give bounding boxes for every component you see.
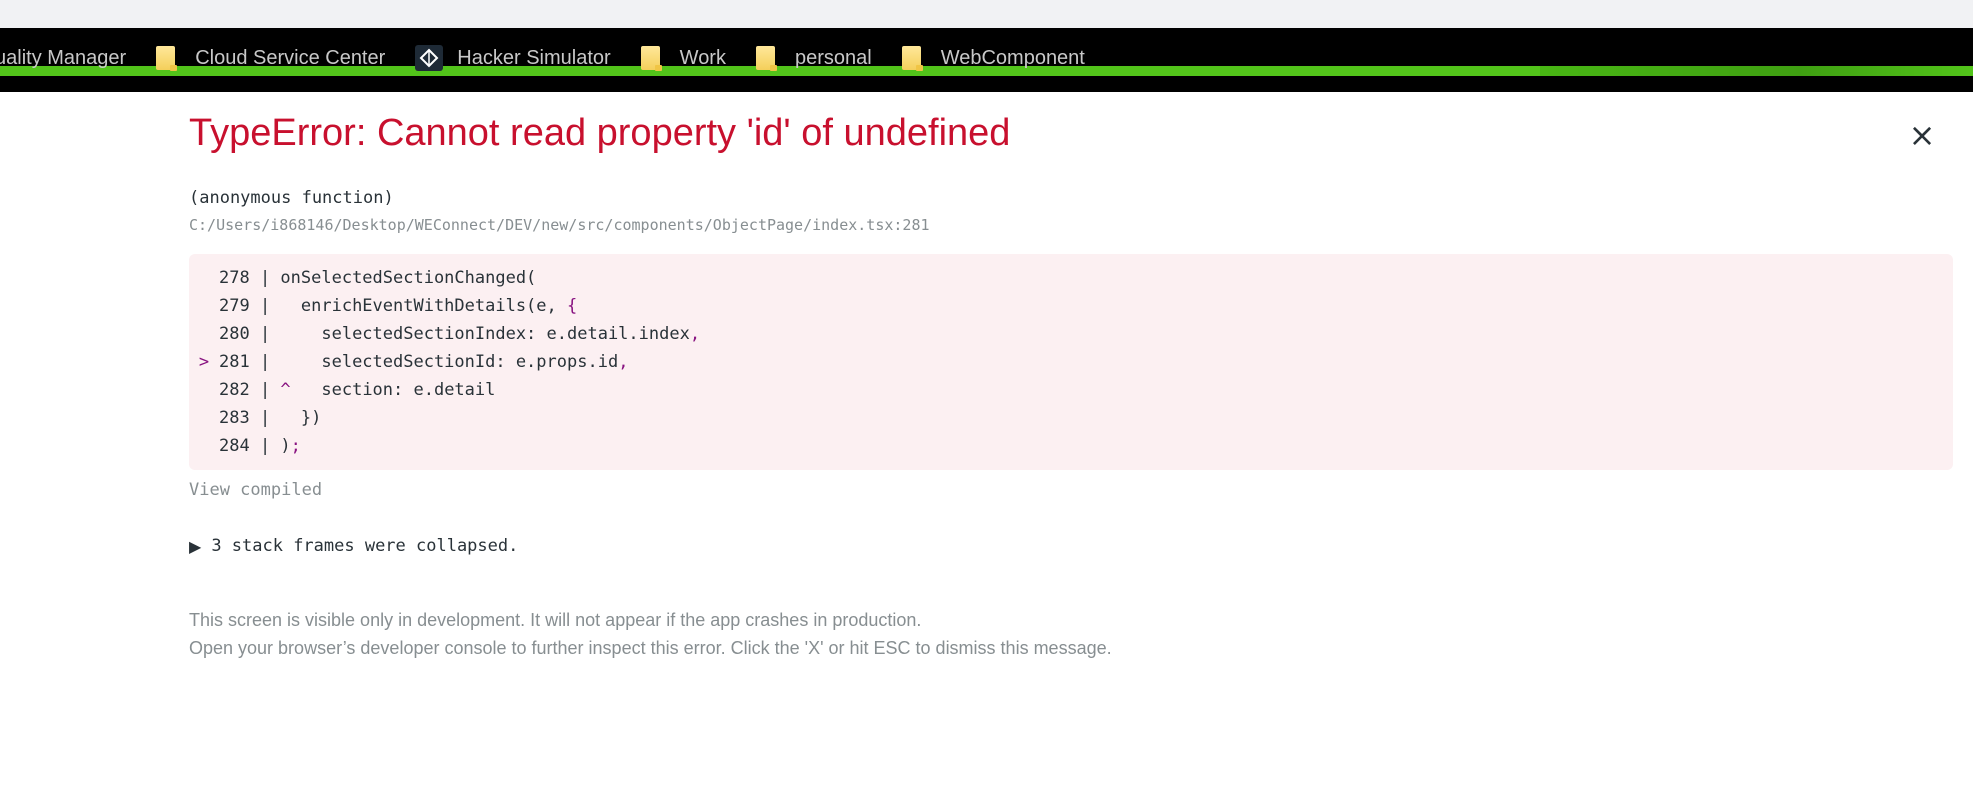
view-compiled-link[interactable]: View compiled xyxy=(189,480,322,500)
collapsed-frames-toggle[interactable]: ▶ 3 stack frames were collapsed. xyxy=(189,536,518,556)
folder-icon xyxy=(755,46,777,71)
line-marker: > xyxy=(198,352,210,372)
line-number: 280 | xyxy=(219,324,281,344)
bookmark-webcomponent[interactable]: WebComponent xyxy=(901,46,1085,71)
line-marker xyxy=(189,432,219,460)
stack-frame-function: (anonymous function) xyxy=(189,188,394,208)
folder-icon xyxy=(901,46,923,71)
code-line: 279 | enrichEventWithDetails(e, { xyxy=(189,292,700,320)
bookmark-cloud-service-center[interactable]: Cloud Service Center xyxy=(156,46,386,71)
error-title: TypeError: Cannot read property 'id' of … xyxy=(189,112,1011,154)
dev-notice-line-1: This screen is visible only in developme… xyxy=(189,610,922,630)
line-number: 282 | xyxy=(219,380,281,400)
line-marker xyxy=(189,264,219,292)
bookmark-label: uality Manager xyxy=(0,46,127,69)
dev-notice: This screen is visible only in developme… xyxy=(189,606,1112,662)
code-line: 283 | }) xyxy=(189,404,700,432)
line-code: enrichEventWithDetails(e, { xyxy=(280,296,578,316)
bookmark-work[interactable]: Work xyxy=(640,46,726,71)
line-code: selectedSectionIndex: e.detail.index, xyxy=(280,324,701,344)
line-marker xyxy=(189,320,219,348)
line-code: ); xyxy=(280,436,301,456)
bookmark-personal[interactable]: personal xyxy=(755,46,872,71)
line-number: 284 | xyxy=(219,436,281,456)
line-number: 283 | xyxy=(219,408,281,428)
line-number: 281 | xyxy=(219,352,281,372)
code-line: 280 | selectedSectionIndex: e.detail.ind… xyxy=(189,320,700,348)
bookmark-label: Cloud Service Center xyxy=(195,46,386,69)
progress-shade xyxy=(1540,66,1973,76)
dev-notice-line-2: Open your browser’s developer console to… xyxy=(189,638,1112,658)
bookmark-label: Hacker Simulator xyxy=(457,46,611,69)
collapsed-frames-label: 3 stack frames were collapsed. xyxy=(211,536,519,556)
folder-icon xyxy=(640,46,662,71)
code-line: 278 | onSelectedSectionChanged( xyxy=(189,264,700,292)
bookmark-quality-manager[interactable]: uality Manager xyxy=(0,47,126,70)
bookmark-hacker-simulator[interactable]: Hacker Simulator xyxy=(415,45,611,71)
line-number: 279 | xyxy=(219,296,281,316)
bookmarks-bar: uality Manager Cloud Service Center Hack… xyxy=(0,28,1973,92)
bookmark-label: WebComponent xyxy=(940,46,1085,69)
line-code: onSelectedSectionChanged( xyxy=(280,268,537,288)
code-lines: 278 | onSelectedSectionChanged( 279 | en… xyxy=(189,264,700,460)
code-snippet: 278 | onSelectedSectionChanged( 279 | en… xyxy=(189,254,1953,470)
line-marker xyxy=(189,376,219,404)
code-line: 282 | ^ section: e.detail xyxy=(189,376,700,404)
browser-top-strip xyxy=(0,0,1973,28)
line-code: }) xyxy=(280,408,322,428)
bookmark-label: personal xyxy=(794,46,872,69)
unity-icon xyxy=(415,45,444,71)
line-marker xyxy=(189,292,219,320)
code-line: >281 | selectedSectionId: e.props.id, xyxy=(189,348,700,376)
bookmark-label: Work xyxy=(679,46,726,69)
expand-triangle-icon: ▶ xyxy=(189,536,202,556)
line-code: ^ section: e.detail xyxy=(280,380,496,400)
code-line: 284 | ); xyxy=(189,432,700,460)
line-code: selectedSectionId: e.props.id, xyxy=(280,352,629,372)
close-icon[interactable]: × xyxy=(1907,119,1937,151)
folder-icon xyxy=(156,46,178,71)
bookmarks-row: uality Manager Cloud Service Center Hack… xyxy=(0,45,1115,71)
stack-frame-file-link[interactable]: C:/Users/i868146/Desktop/WEConnect/DEV/n… xyxy=(189,216,930,234)
line-number: 278 | xyxy=(219,268,281,288)
line-marker xyxy=(189,404,219,432)
